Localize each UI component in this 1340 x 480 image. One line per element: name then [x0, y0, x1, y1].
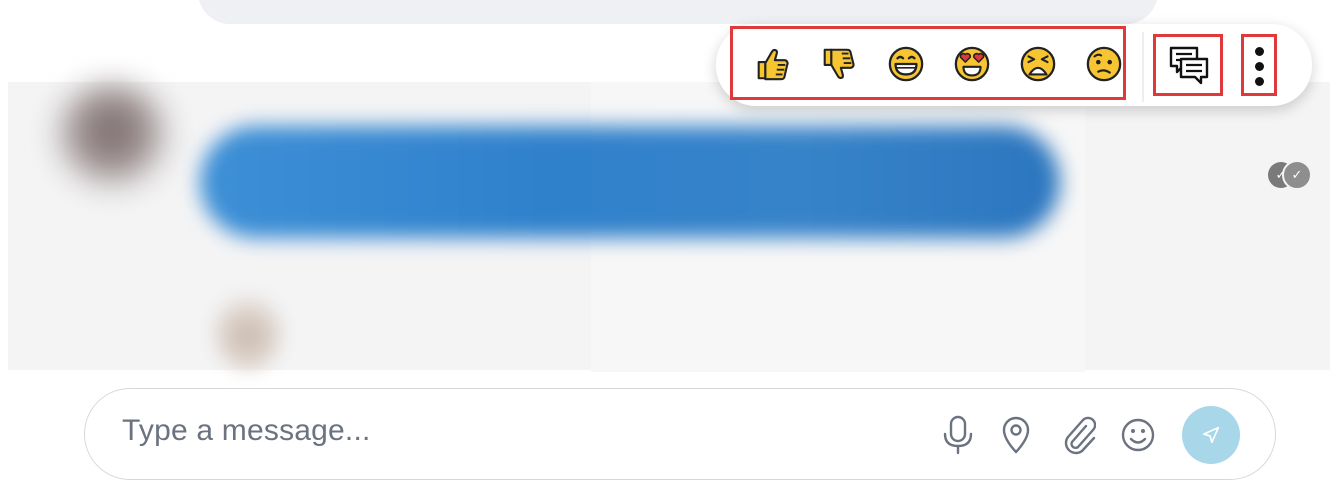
paperclip-icon[interactable]: [1060, 414, 1097, 456]
attachment-thumbnail[interactable]: [213, 292, 283, 372]
more-highlight: [1241, 34, 1277, 96]
send-icon: [1202, 426, 1220, 444]
location-pin-icon[interactable]: [998, 414, 1034, 456]
reactions-highlight: [730, 26, 1126, 100]
thread-highlight: [1153, 34, 1223, 96]
microphone-icon[interactable]: [940, 414, 976, 456]
message-input[interactable]: Type a message...: [122, 414, 371, 448]
previous-message-bubble: [198, 0, 1158, 24]
read-receipt-icon: ✓ ✓: [1268, 158, 1322, 192]
message-bubble[interactable]: [200, 126, 1060, 238]
message-row: [8, 82, 1330, 372]
toolbar-divider: [1142, 32, 1144, 102]
avatar[interactable]: [52, 82, 172, 192]
smiley-icon[interactable]: [1120, 414, 1156, 456]
send-button[interactable]: [1182, 406, 1240, 464]
